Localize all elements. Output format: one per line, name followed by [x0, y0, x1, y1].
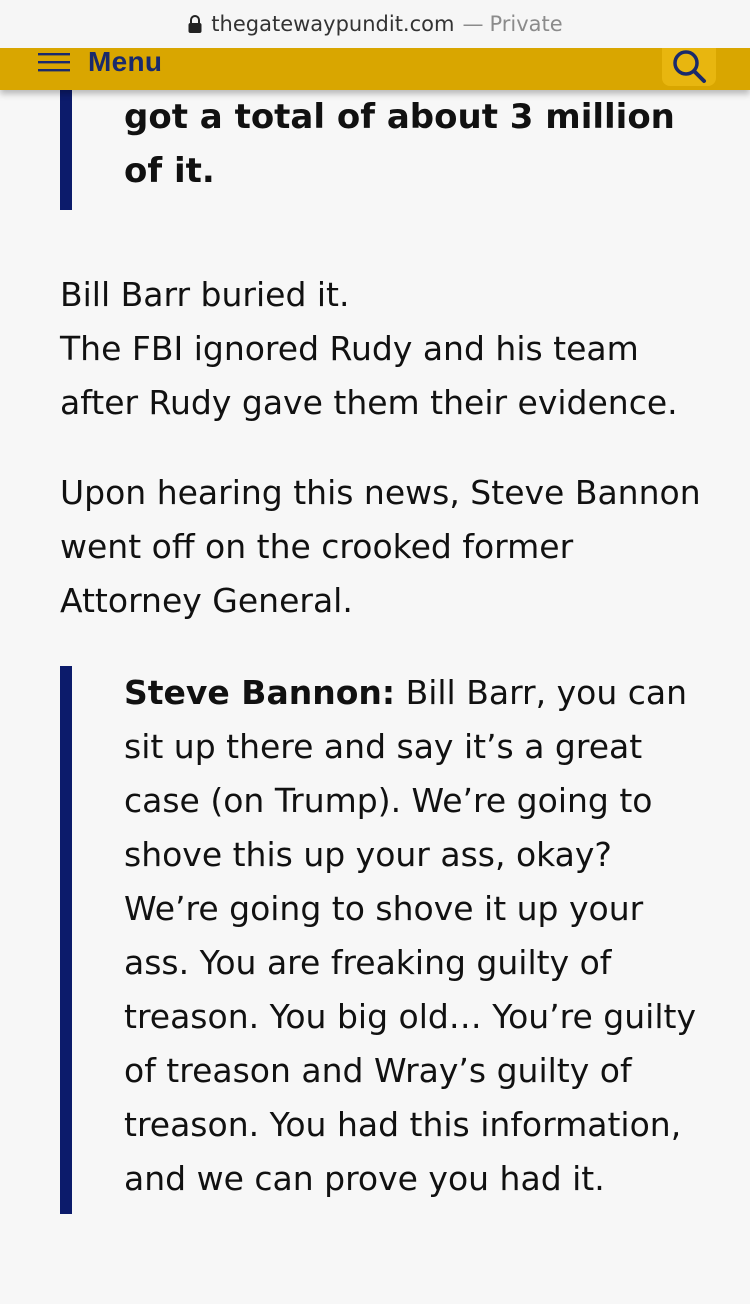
top-quote-text: got a total of about 3 million of it. — [124, 97, 675, 191]
bannon-quote: Steve Bannon: Bill Barr, you can sit up … — [124, 666, 710, 1206]
quote-text: Bill Barr, you can sit up there and say … — [124, 673, 696, 1198]
site-nav-bar: Menu — [0, 48, 750, 90]
menu-label: Menu — [88, 46, 163, 77]
tabs-icon[interactable] — [690, 0, 730, 4]
paragraph-2: Upon hearing this news, Steve Bannon wen… — [60, 473, 701, 620]
blockquote-bannon: Steve Bannon: Bill Barr, you can sit up … — [60, 666, 750, 1214]
search-icon — [673, 50, 706, 83]
private-label: Private — [489, 12, 563, 36]
lock-icon — [188, 15, 202, 33]
private-separator: — — [462, 12, 484, 36]
search-button[interactable] — [662, 48, 716, 86]
paragraph-1-line-1: Bill Barr buried it. — [60, 275, 350, 314]
blockquote-top: got a total of about 3 million of it. — [60, 90, 750, 210]
quote-speaker: Steve Bannon: — [124, 673, 396, 712]
url-text: thegatewaypundit.com — [211, 12, 455, 36]
hamburger-icon — [38, 53, 70, 72]
paragraph-1-line-2: The FBI ignored Rudy and his team after … — [60, 329, 678, 422]
article-content: got a total of about 3 million of it. Bi… — [0, 90, 750, 1214]
menu-button[interactable]: Menu — [38, 48, 162, 76]
browser-address-bar[interactable]: thegatewaypundit.com — Private — [0, 0, 750, 48]
